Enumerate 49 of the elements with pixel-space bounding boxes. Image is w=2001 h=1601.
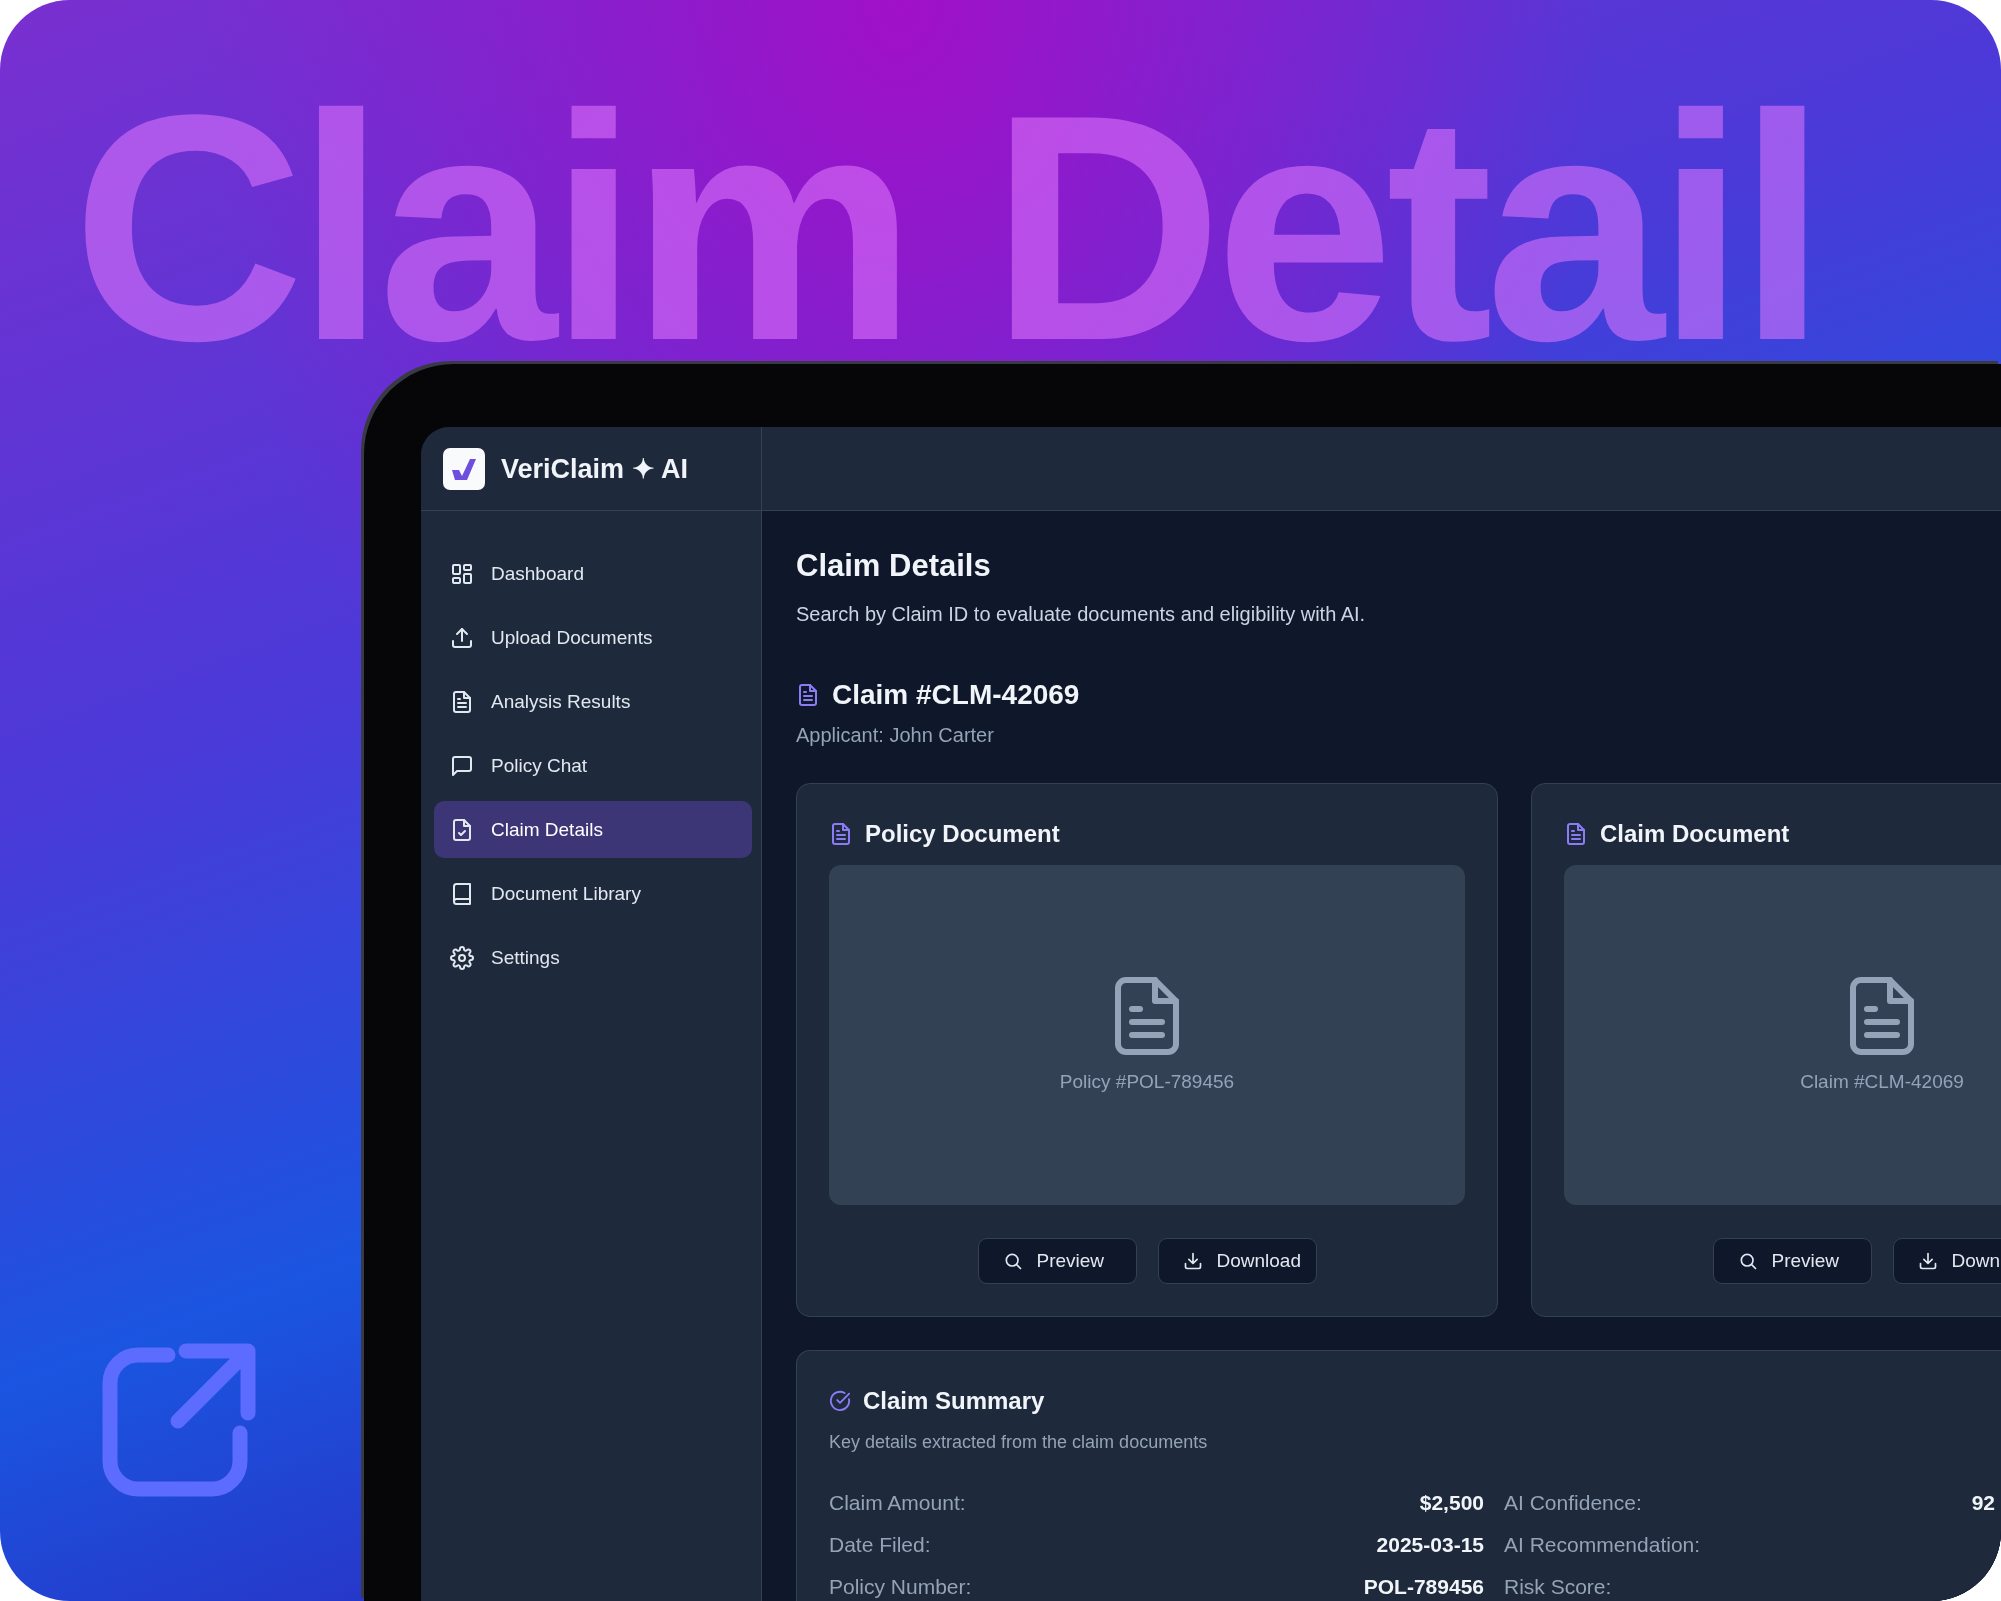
field-value: POL-789456 [1363,1575,1484,1599]
sidebar-item[interactable]: Upload Documents [434,609,752,666]
field-label: Claim Amount: [829,1491,966,1515]
book-icon [450,881,474,906]
document-icon [1850,976,1914,1055]
field-label: Policy Number: [829,1575,972,1599]
claim-title: Claim #CLM-42069 [832,679,1080,711]
card-title: Claim Summary [863,1387,1045,1415]
applicant-text: Applicant: John Carter [796,723,995,748]
summary-subtitle: Key details extracted from the claim documents [829,1431,1209,1454]
grid-icon [450,561,474,586]
preview-button[interactable]: Preview [1712,1238,1872,1284]
check-circle-icon [829,1390,851,1412]
logo-icon [443,447,485,490]
file-check-icon [450,817,474,842]
chat-icon [450,753,474,778]
download-icon [1182,1251,1203,1271]
document-icon [450,689,474,714]
page-subtitle: Search by Claim ID to evaluate documents and eligibility with AI. [796,602,1367,627]
field-value: $2,500 [1419,1491,1484,1515]
brand-name: VeriClaim ✦ AI [501,452,689,485]
download-button[interactable]: Down [1892,1238,2001,1284]
sidebar-item[interactable]: Policy Chat [434,737,752,794]
document-icon [1564,822,1588,846]
card-title: Claim Document [1600,820,1790,848]
upload-icon [450,625,474,650]
field-label: Risk Score: [1504,1575,1612,1599]
field-label: Date Filed: [829,1533,931,1557]
headline: Claim Detail [72,92,1820,364]
field-value: 92 [1971,1491,1995,1515]
settings-icon [450,945,474,970]
sidebar-item[interactable]: Dashboard [434,545,752,602]
sidebar-item[interactable]: Claim Details [434,801,752,858]
page-title: Claim Details [796,548,992,584]
sidebar-item[interactable]: Settings [434,929,752,986]
field-value: 2025-03-15 [1376,1533,1484,1557]
document-caption: Policy #POL-789456 [1059,1069,1235,1094]
card-title: Policy Document [865,820,1060,848]
document-icon [1115,976,1179,1055]
field-label: AI Confidence: [1504,1491,1642,1515]
field-label: AI Recommendation: [1504,1533,1701,1557]
download-icon [1917,1251,1938,1271]
document-caption: Claim #CLM-42069 [1800,1069,1964,1094]
download-button[interactable]: Download [1157,1238,1317,1284]
document-icon [829,822,853,846]
document-icon [796,683,820,707]
preview-button[interactable]: Preview [977,1238,1137,1284]
sidebar-item[interactable]: Analysis Results [434,673,752,730]
sidebar-item[interactable]: Document Library [434,865,752,922]
